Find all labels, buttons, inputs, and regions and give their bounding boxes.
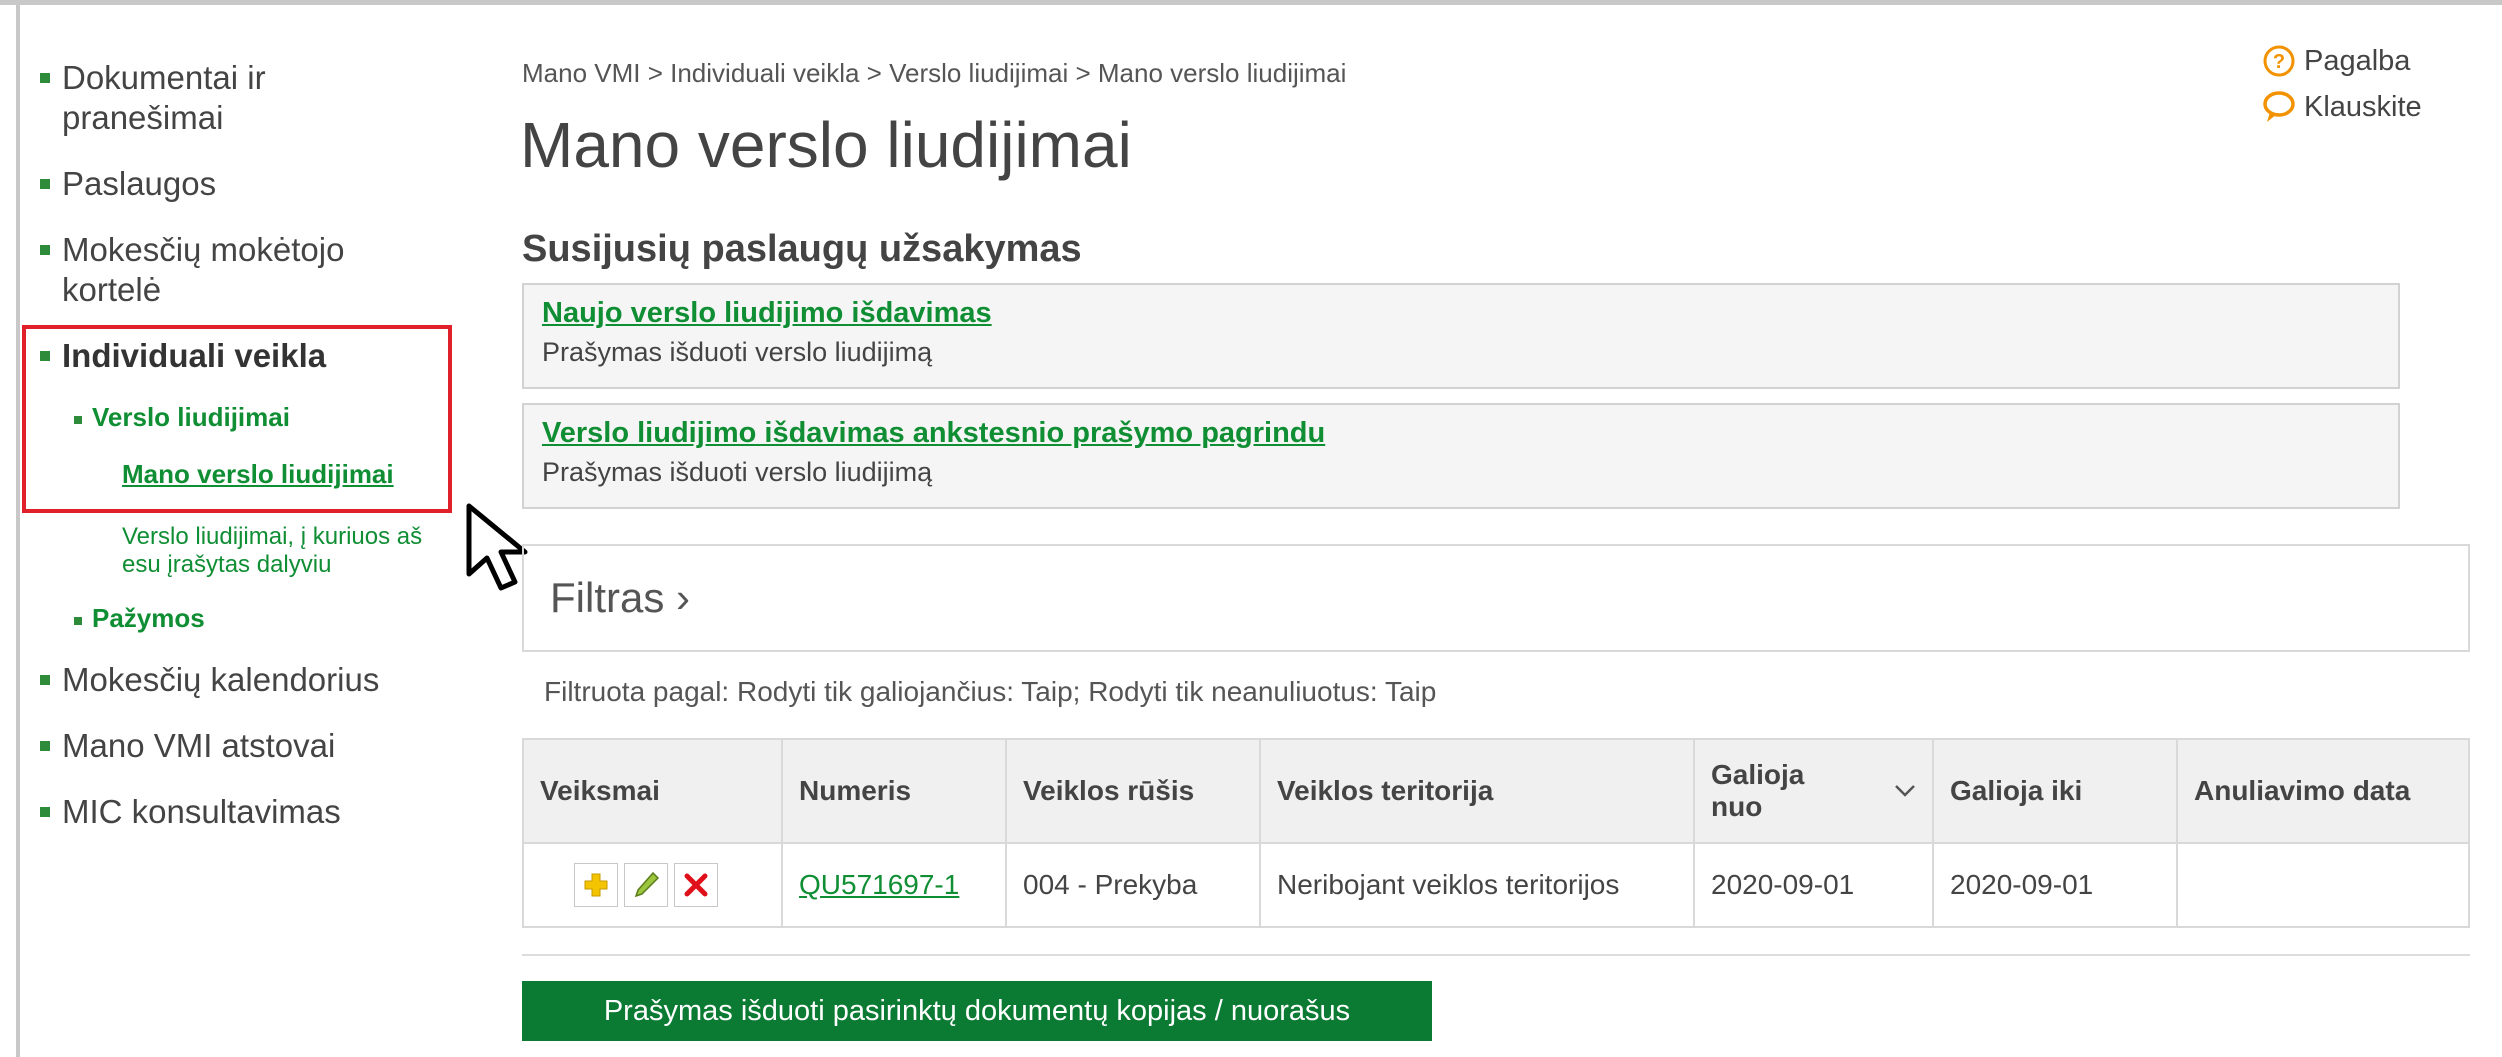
sidebar-item-documents[interactable]: Dokumentai ir pranešimai [34, 58, 392, 138]
svg-text:?: ? [2273, 51, 2285, 73]
territory-cell: Neribojant veiklos teritorijos [1259, 842, 1695, 928]
services-section-title: Susijusių paslaugų užsakymas [522, 228, 1082, 270]
bullet-icon [40, 73, 50, 83]
section-divider [522, 954, 2470, 956]
bullet-icon [40, 807, 50, 817]
question-circle-icon: ? [2263, 45, 2295, 77]
column-header-label: Galioja nuo [1711, 759, 1805, 822]
bullet-icon [40, 675, 50, 685]
window-left-border [16, 0, 20, 1057]
sidebar-item-tax-calendar[interactable]: Mokesčių kalendorius [34, 660, 454, 700]
add-button[interactable] [574, 863, 618, 907]
sidebar-item-label: Verslo liudijimai, į kuriuos aš esu įraš… [122, 523, 423, 578]
actions-cell [522, 842, 783, 928]
column-header-activity-type[interactable]: Veiklos rūšis [1005, 738, 1261, 844]
speech-bubble-icon [2263, 91, 2295, 122]
bullet-icon [40, 179, 50, 189]
valid-to-cell: 2020-09-01 [1932, 842, 2178, 928]
sidebar-item-label: Dokumentai ir pranešimai [62, 59, 266, 136]
sidebar-item-certificates[interactable]: Pažymos [34, 603, 454, 634]
close-icon [684, 873, 708, 897]
number-cell: QU571697-1 [781, 842, 1007, 928]
column-header-valid-from[interactable]: Galioja nuo [1693, 738, 1934, 844]
page-title: Mano verslo liudijimai [520, 109, 1132, 181]
help-link[interactable]: ? Pagalba [2262, 44, 2422, 78]
certificate-number-link[interactable]: QU571697-1 [799, 869, 959, 900]
sidebar-item-participant-certificates[interactable]: Verslo liudijimai, į kuriuos aš esu įraš… [34, 523, 452, 579]
column-header-territory[interactable]: Veiklos teritorija [1259, 738, 1695, 844]
chevron-down-icon [1895, 785, 1915, 797]
sidebar-item-label: Paslaugos [62, 165, 217, 202]
column-header-number[interactable]: Numeris [781, 738, 1007, 844]
previous-request-link[interactable]: Verslo liudijimo išdavimas ankstesnio pr… [542, 415, 2380, 451]
window-top-border [0, 0, 2502, 5]
valid-from-cell: 2020-09-01 [1693, 842, 1934, 928]
pencil-icon [634, 871, 660, 898]
sidebar-item-label: Mokesčių mokėtojo kortelė [62, 231, 345, 308]
sidebar-item-label: Mokesčių kalendorius [62, 661, 380, 698]
new-certificate-link[interactable]: Naujo verslo liudijimo išdavimas [542, 295, 2380, 331]
sidebar-item-label: Mano VMI atstovai [62, 727, 336, 764]
request-copies-button[interactable]: Prašymas išduoti pasirinktų dokumentų ko… [522, 981, 1432, 1041]
ask-link[interactable]: Klauskite [2262, 90, 2422, 124]
service-description: Prašymas išduoti verslo liudijimą [542, 457, 933, 487]
filter-toggle[interactable]: Filtras › [522, 544, 2470, 652]
sidebar-item-label: Pažymos [92, 603, 205, 633]
sidebar-item-representatives[interactable]: Mano VMI atstovai [34, 726, 454, 766]
edit-button[interactable] [624, 863, 668, 907]
plus-icon [584, 873, 608, 897]
table-header-row: Veiksmai Numeris Veiklos rūšis Veiklos t… [522, 738, 2470, 844]
delete-button[interactable] [674, 863, 718, 907]
activity-type-cell: 004 - Prekyba [1005, 842, 1261, 928]
bullet-icon [74, 617, 82, 625]
certificates-table: Veiksmai Numeris Veiklos rūšis Veiklos t… [522, 738, 2470, 928]
service-card-previous-request: Verslo liudijimo išdavimas ankstesnio pr… [522, 403, 2400, 509]
column-header-valid-to[interactable]: Galioja iki [1932, 738, 2178, 844]
highlight-annotation-box [22, 325, 452, 513]
sidebar-item-label: MIC konsultavimas [62, 793, 341, 830]
help-label: Pagalba [2304, 44, 2411, 77]
ask-label: Klauskite [2304, 90, 2422, 123]
sidebar-item-mic-consulting[interactable]: MIC konsultavimas [34, 792, 454, 832]
service-description: Prašymas išduoti verslo liudijimą [542, 337, 933, 367]
column-header-cancellation-date[interactable]: Anuliavimo data [2176, 738, 2470, 844]
sidebar-item-taxpayer-card[interactable]: Mokesčių mokėtojo kortelė [34, 230, 402, 310]
bullet-icon [40, 245, 50, 255]
bullet-icon [40, 741, 50, 751]
breadcrumb: Mano VMI > Individuali veikla > Verslo l… [522, 58, 1347, 88]
sidebar-item-services[interactable]: Paslaugos [34, 164, 454, 204]
column-header-actions: Veiksmai [522, 738, 783, 844]
filter-summary: Filtruota pagal: Rodyti tik galiojančius… [544, 676, 1437, 707]
service-card-new-certificate: Naujo verslo liudijimo išdavimas Prašyma… [522, 283, 2400, 389]
table-row: QU571697-1 004 - Prekyba Neribojant veik… [522, 842, 2470, 928]
help-panel: ? Pagalba Klauskite [2262, 44, 2422, 136]
cancellation-date-cell [2176, 842, 2470, 928]
